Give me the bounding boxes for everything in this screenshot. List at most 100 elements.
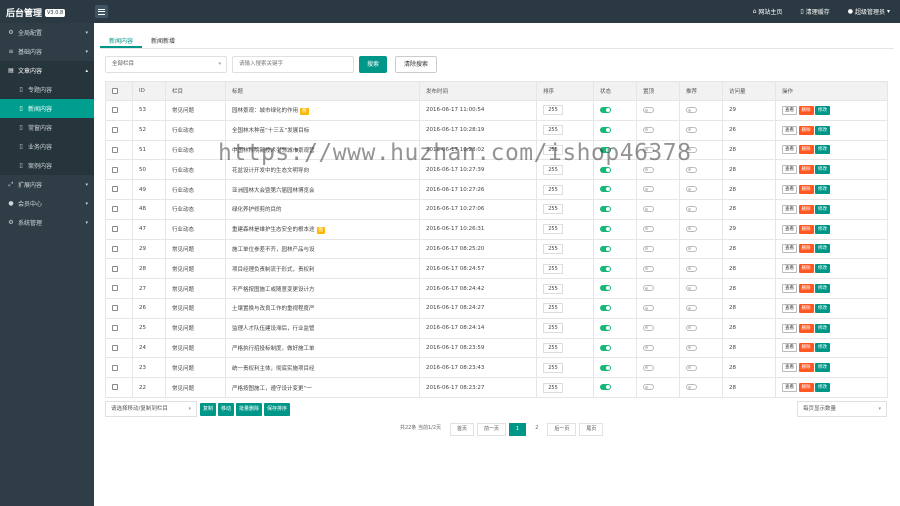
row-checkbox[interactable] <box>112 285 118 292</box>
row-checkbox[interactable] <box>112 206 118 213</box>
sidebar-item-system[interactable]: ⚙ 系统管理 ▾ <box>0 213 94 232</box>
sidebar-item-basic-content[interactable]: ≡ 基础内容 ▾ <box>0 42 94 61</box>
top-toggle[interactable] <box>643 305 654 312</box>
search-button[interactable]: 搜索 <box>359 56 388 73</box>
delete-button[interactable]: 删除 <box>798 363 814 373</box>
top-toggle[interactable] <box>643 146 654 153</box>
recommend-toggle[interactable] <box>686 225 697 232</box>
sort-input[interactable]: 255 <box>543 204 563 215</box>
recommend-toggle[interactable] <box>686 107 697 114</box>
edit-button[interactable]: 修改 <box>815 383 830 393</box>
row-title[interactable]: 亚洲园林大会暨第六届园林博览会 <box>232 188 315 194</box>
row-title[interactable]: 项目经理负责制流于形式，责权利 <box>232 267 315 273</box>
sidebar-sub-topic[interactable]: ▯ 专题内容 <box>0 80 94 99</box>
sort-input[interactable]: 255 <box>543 125 563 136</box>
view-button[interactable]: 查看 <box>782 343 797 353</box>
status-toggle[interactable] <box>600 206 611 213</box>
edit-button[interactable]: 修改 <box>815 185 830 195</box>
edit-button[interactable]: 修改 <box>815 363 830 373</box>
recommend-toggle[interactable] <box>686 384 697 391</box>
delete-button[interactable]: 删除 <box>798 204 814 214</box>
page-first[interactable]: 首页 <box>450 423 475 436</box>
status-toggle[interactable] <box>600 285 611 292</box>
save-sort-button[interactable]: 保存排序 <box>264 402 291 416</box>
recommend-toggle[interactable] <box>686 364 697 371</box>
sort-input[interactable]: 255 <box>543 184 563 195</box>
edit-button[interactable]: 修改 <box>815 204 830 214</box>
sort-input[interactable]: 255 <box>543 144 563 155</box>
per-page-select[interactable]: 每页显示数量 ▾ <box>797 401 887 417</box>
edit-button[interactable]: 修改 <box>815 244 830 254</box>
view-button[interactable]: 查看 <box>782 303 797 313</box>
view-button[interactable]: 查看 <box>782 224 797 234</box>
sort-input[interactable]: 255 <box>543 362 563 373</box>
sort-input[interactable]: 255 <box>543 342 563 353</box>
tab-news-add[interactable]: 新闻新增 <box>142 35 184 48</box>
recommend-toggle[interactable] <box>686 245 697 252</box>
row-title[interactable]: 施工单位参差不齐，园林产品与设 <box>232 247 315 253</box>
row-title[interactable]: 统一责权利主体，彻底实施项目经 <box>232 366 315 372</box>
recommend-toggle[interactable] <box>686 146 697 153</box>
tab-news-list[interactable]: 新闻内容 <box>100 35 143 48</box>
page-next[interactable]: 后一页 <box>547 423 577 436</box>
top-toggle[interactable] <box>643 344 654 351</box>
page-last[interactable]: 尾页 <box>579 423 604 436</box>
delete-button[interactable]: 删除 <box>798 224 814 234</box>
top-toggle[interactable] <box>643 166 654 173</box>
sort-input[interactable]: 255 <box>543 243 563 254</box>
delete-button[interactable]: 删除 <box>798 125 814 135</box>
status-toggle[interactable] <box>600 107 611 114</box>
page-1[interactable]: 1 <box>509 423 527 436</box>
recommend-toggle[interactable] <box>686 166 697 173</box>
edit-button[interactable]: 修改 <box>815 105 830 115</box>
top-toggle[interactable] <box>643 285 654 292</box>
batch-delete-button[interactable]: 批量删除 <box>236 402 263 416</box>
view-button[interactable]: 查看 <box>782 125 797 135</box>
recommend-toggle[interactable] <box>686 324 697 331</box>
sort-input[interactable]: 255 <box>543 105 563 116</box>
row-title[interactable]: 监理人才队伍建设滞后，行业监管 <box>232 326 315 332</box>
top-toggle[interactable] <box>643 384 654 391</box>
sidebar-item-global-config[interactable]: ⚙ 全局配置 ▾ <box>0 23 94 42</box>
row-checkbox[interactable] <box>112 364 118 371</box>
row-checkbox[interactable] <box>112 265 118 272</box>
top-toggle[interactable] <box>643 225 654 232</box>
delete-button[interactable]: 删除 <box>798 244 814 254</box>
row-checkbox[interactable] <box>112 146 118 153</box>
status-toggle[interactable] <box>600 225 611 232</box>
view-button[interactable]: 查看 <box>782 244 797 254</box>
top-toggle[interactable] <box>643 324 654 331</box>
recommend-toggle[interactable] <box>686 344 697 351</box>
delete-button[interactable]: 删除 <box>798 165 814 175</box>
top-toggle[interactable] <box>643 107 654 114</box>
row-checkbox[interactable] <box>112 344 118 351</box>
move-target-select[interactable]: 请选择移动/复制到栏目 ▾ <box>105 401 197 417</box>
recommend-toggle[interactable] <box>686 285 697 292</box>
status-toggle[interactable] <box>600 364 611 371</box>
row-title[interactable]: 严格按图施工，遵守设计变更“一 <box>232 386 312 392</box>
delete-button[interactable]: 删除 <box>798 264 814 274</box>
recommend-toggle[interactable] <box>686 265 697 272</box>
admin-menu[interactable]: ● 超级管理员 ▾ <box>848 7 890 16</box>
row-checkbox[interactable] <box>112 186 118 193</box>
status-toggle[interactable] <box>600 324 611 331</box>
status-toggle[interactable] <box>600 166 611 173</box>
sort-input[interactable]: 255 <box>543 283 563 294</box>
delete-button[interactable]: 删除 <box>798 343 814 353</box>
page-prev[interactable]: 前一页 <box>477 423 507 436</box>
edit-button[interactable]: 修改 <box>815 145 830 155</box>
status-toggle[interactable] <box>600 245 611 252</box>
status-toggle[interactable] <box>600 186 611 193</box>
row-title[interactable]: 不严格按图施工或随意变更设计方 <box>232 287 315 293</box>
row-title[interactable]: 严格执行招投标制度，做好施工单 <box>232 346 315 352</box>
recommend-toggle[interactable] <box>686 126 697 133</box>
menu-toggle-icon[interactable] <box>95 5 108 18</box>
sort-input[interactable]: 255 <box>543 263 563 274</box>
recommend-toggle[interactable] <box>686 206 697 213</box>
edit-button[interactable]: 修改 <box>815 125 830 135</box>
row-checkbox[interactable] <box>112 324 118 331</box>
sidebar-sub-case[interactable]: ▯ 案例内容 <box>0 156 94 175</box>
copy-button[interactable]: 复制 <box>200 402 217 416</box>
select-all-checkbox[interactable] <box>112 87 118 94</box>
status-toggle[interactable] <box>600 384 611 391</box>
